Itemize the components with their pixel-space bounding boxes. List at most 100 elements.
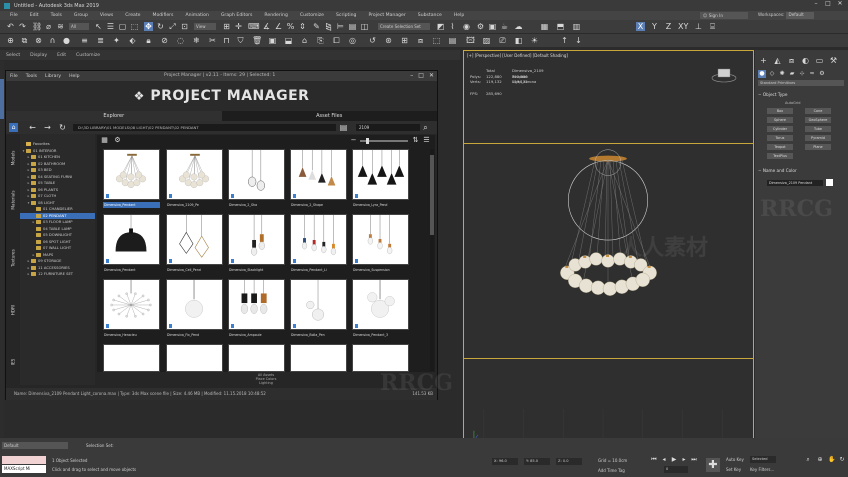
asset-thumbnail[interactable]: Dimensiva_2_Shape [290,149,347,213]
pan-icon[interactable]: ✋ [828,456,836,464]
add-time-tag[interactable]: Add Time Tag [598,468,625,473]
zoom-icon[interactable]: ⌕ [804,456,812,464]
primitive-button-pyramid[interactable]: Pyramid [805,135,831,141]
menu-item-create[interactable]: Create [125,13,140,18]
image-icon[interactable]: 🖾︎ [466,36,475,45]
edit-named-sel-icon[interactable]: ✎ [312,22,321,31]
menu-item-group[interactable]: Group [74,13,88,18]
menu-item-project-manager[interactable]: Project Manager [368,13,405,18]
asset-thumbnail[interactable]: Dimensiva_Pendant [103,214,160,278]
workspace-value[interactable]: Default [786,12,815,19]
magnet-icon[interactable]: ∩ [48,36,57,45]
asset-thumbnail[interactable]: Dimensiva_Lyra_Pend [352,149,409,213]
view-mode-icon[interactable]: ▦ [100,136,109,145]
primitive-button-plane[interactable]: Plane [805,144,831,150]
light-icon[interactable]: ☀ [530,36,539,45]
thumbnail-size-slider[interactable] [360,138,408,144]
display-icon[interactable]: ▤ [448,36,457,45]
sphere-icon[interactable]: ● [62,36,71,45]
scrollbar-thumb[interactable] [430,155,434,235]
z-axis-icon[interactable]: Z [664,22,673,31]
play-icon[interactable]: ▶ [670,456,678,464]
menu-item-substance[interactable]: Substance [418,13,442,18]
angle-snap-icon[interactable]: ∠ [274,22,283,31]
toggle-scene-explorer-icon[interactable]: ▤ [348,22,357,31]
scale-icon[interactable]: ⤢ [168,22,177,31]
ribbon-tab-edit[interactable]: Edit [57,53,66,58]
menu-item-graph-editors[interactable]: Graph Editors [221,13,253,18]
maximize-button[interactable]: □ [822,0,834,11]
asset-preview-image[interactable] [352,214,409,265]
go-to-end-icon[interactable]: ⏭ [690,456,698,464]
vtab-hdri[interactable]: HDRI [7,292,19,328]
keyboard-shortcut-icon[interactable]: ⌨ [248,22,260,31]
asset-thumbnail[interactable]: Dimensiva_Ampoule [228,279,285,343]
asset-preview-partial[interactable] [228,344,285,372]
paste-icon[interactable]: ⧈ [416,36,425,45]
pm-menu-library[interactable]: Library [45,74,61,79]
box-icon[interactable]: ▣ [268,36,277,45]
transform-icon[interactable]: ✦ [112,36,121,45]
vtab-models[interactable]: Models [7,140,19,176]
select-object-icon[interactable]: ↖ [94,22,103,31]
grid-scrollbar[interactable] [430,149,434,371]
pm-maximize-button[interactable]: □ [418,72,424,79]
next-frame-icon[interactable]: ▸ [680,456,688,464]
graph-editor-icon[interactable]: ◩ [436,22,445,31]
primitive-button-box[interactable]: Box [767,108,793,114]
vtab-textures[interactable]: Textures [7,240,19,276]
y-axis-icon[interactable]: Y [650,22,659,31]
close-button[interactable]: ✕ [834,0,846,11]
primitive-button-torus[interactable]: Torus [767,135,793,141]
menu-item-rendering[interactable]: Rendering [264,13,287,18]
selection-filter[interactable]: All [69,23,89,30]
maxscript-listener[interactable] [2,456,46,464]
spinner-snap-icon[interactable]: ⇕ [298,22,307,31]
group-icon[interactable]: ⧠ [332,36,341,45]
asset-preview-image[interactable] [166,214,223,265]
menu-item-file[interactable]: File [10,13,18,18]
filter-icon[interactable]: ▤ [339,123,348,132]
xy-axis-icon[interactable]: XY [678,22,688,31]
slice-icon[interactable]: ⬖ [128,36,137,45]
asset-preview-image[interactable] [352,279,409,330]
pm-menu-tools[interactable]: Tools [26,74,37,79]
geometry-icon[interactable]: ● [758,70,766,78]
object-color-swatch[interactable] [826,179,833,186]
asset-thumbnail[interactable]: Dimensiva_Pendant [103,149,160,213]
undo-icon[interactable]: ↶ [6,22,15,31]
rendered-frame-icon[interactable]: ▣ [488,22,497,31]
scene-explorer-icon[interactable]: ⌸ [708,22,717,31]
render-cloud-icon[interactable]: ☁ [514,22,523,31]
y-coordinate[interactable]: Y: 85.0 [524,458,550,465]
asset-preview-partial[interactable] [166,344,223,372]
snapshot-icon[interactable]: ◎ [348,36,357,45]
layers-icon[interactable]: ≡ [80,36,89,45]
autogrid-checkbox[interactable]: AutoGrid [785,101,800,105]
globe-icon[interactable]: ⊛ [384,36,393,45]
pivot-icon[interactable]: ⊞ [222,22,231,31]
copy-icon[interactable]: ⎘ [316,36,325,45]
tab-explorer[interactable]: Explorer [6,111,222,121]
pm-close-button[interactable]: ✕ [429,72,434,79]
mirror-icon[interactable]: ⧎ [324,22,333,31]
shield-icon[interactable]: ⛉ [236,36,245,45]
name-color-rollout[interactable]: − Name and Color [758,168,797,173]
align-icon[interactable]: ⊨ [336,22,345,31]
collapse-icon[interactable]: ⬓ [284,36,293,45]
primitive-button-teapot[interactable]: Teapot [767,144,793,150]
asset-preview-image[interactable] [103,214,160,265]
primitive-button-cone[interactable]: Cone [805,108,831,114]
zoom-all-icon[interactable]: ⊕ [816,456,824,464]
asset-preview-image[interactable] [228,149,285,200]
utilities-tab-icon[interactable]: ⚒ [829,56,838,65]
spacewarps-icon[interactable]: ≈ [808,70,816,78]
object-type-rollout[interactable]: − Object Type [758,92,787,97]
ribbon-tab-select[interactable]: Select [6,53,20,58]
menu-item-animation[interactable]: Animation [185,13,208,18]
search-icon[interactable]: ⌕ [421,123,430,132]
asset-preview-image[interactable] [290,149,347,200]
cut-icon[interactable]: ✂ [208,36,217,45]
hide-icon[interactable]: ◌ [176,36,185,45]
pm-menu-help[interactable]: Help [69,74,79,79]
